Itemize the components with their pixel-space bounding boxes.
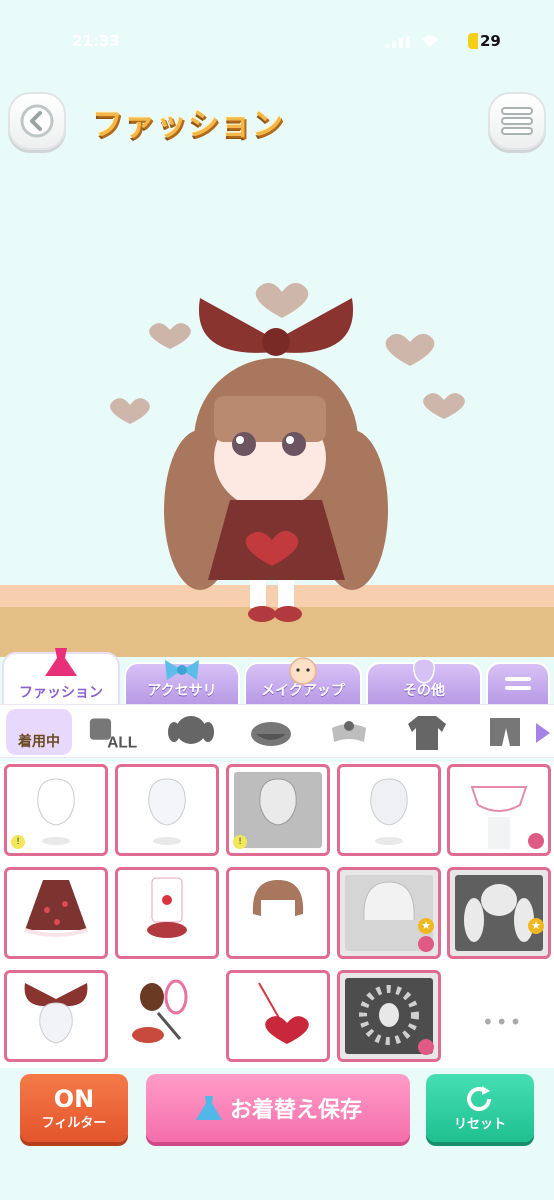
tab-fashion-label: ファッション (19, 685, 103, 701)
ribbon-icon (165, 660, 199, 680)
tab-other[interactable]: その他 (366, 658, 482, 706)
item-slot-4[interactable] (337, 764, 441, 856)
subtab-outerwear[interactable] (400, 709, 454, 755)
item-slot-12[interactable] (115, 970, 219, 1062)
hint-bulb-icon: ! (233, 835, 247, 849)
all-items-icon: ALL (89, 718, 137, 751)
item-slot-7[interactable] (115, 867, 219, 959)
whisk-chocolate-icon (132, 979, 188, 1043)
chevron-left-icon (20, 104, 54, 138)
save-outfit-label: お着替え保存 (229, 1098, 362, 1123)
misc-icon (412, 658, 436, 684)
item-slot-5[interactable] (447, 764, 551, 856)
item-slot-13[interactable] (226, 970, 330, 1062)
hair-icon (168, 716, 214, 744)
back-button[interactable] (8, 92, 66, 150)
heart-bag-icon (258, 982, 309, 1044)
pants-icon (490, 718, 520, 746)
subtab-headband[interactable] (322, 709, 376, 755)
equals-icon (505, 677, 531, 690)
star-badge-icon: ★ (528, 918, 544, 934)
tab-makeup[interactable]: メイクアップ (244, 657, 362, 706)
item-grid: ! ! ★ ★ (0, 762, 554, 1068)
subtab-wearing[interactable]: 着用中 (6, 709, 72, 755)
battery-icon (468, 33, 478, 49)
battery-level: 29 (480, 32, 501, 50)
item-slot-6[interactable] (4, 867, 108, 959)
star-badge-icon: ★ (418, 918, 434, 934)
mannequin-head-icon (370, 778, 408, 845)
page-title: ファッション (92, 107, 284, 143)
edit-badge-icon (418, 1039, 434, 1055)
more-dots: ••• (482, 1010, 524, 1034)
wifi-icon (422, 35, 438, 47)
item-slot-1[interactable]: ! (4, 764, 108, 856)
status-time: 21:33 (72, 32, 120, 50)
strawberry-socks-icon (147, 877, 187, 938)
status-bar: 21:33 29 (0, 0, 554, 60)
hint-bulb-icon: ! (11, 835, 25, 849)
twintail-wig-icon (464, 884, 534, 942)
reset-button[interactable]: リセット (426, 1074, 534, 1142)
item-slot-2[interactable] (115, 764, 219, 856)
subtab-all[interactable]: ALL (86, 709, 140, 755)
subtab-hair[interactable] (164, 709, 218, 755)
signal-icon (385, 36, 410, 48)
reset-arrow-icon (467, 1085, 491, 1111)
hamburger-icon (501, 107, 533, 135)
item-slot-9[interactable]: ★ (337, 867, 441, 959)
filter-label: フィルター (41, 1115, 107, 1131)
subcategory-tabs: 着用中 ALL (0, 704, 554, 758)
tab-more[interactable] (486, 662, 550, 706)
coat-icon (408, 716, 446, 750)
bow-headdress-icon (24, 983, 88, 1044)
tab-accessory[interactable]: アクセサリ (124, 660, 240, 706)
filter-toggle-button[interactable]: ON フィルター (20, 1074, 128, 1142)
mannequin-head-icon (148, 778, 186, 845)
save-outfit-button[interactable]: お着替え保存 (146, 1074, 410, 1142)
item-slot-3[interactable]: ! (226, 764, 330, 856)
menu-button[interactable] (488, 92, 546, 150)
battery-indicator: 29 (468, 32, 501, 50)
scroll-right-arrow[interactable] (536, 723, 550, 743)
item-slot-14[interactable] (337, 970, 441, 1062)
avatar-preview (110, 282, 465, 622)
subtab-hat[interactable] (244, 709, 298, 755)
dress-icon (195, 1096, 222, 1120)
edit-badge-icon (418, 936, 434, 952)
bob-hair-icon (252, 880, 304, 916)
hat-icon (251, 722, 291, 746)
face-icon (289, 657, 317, 685)
tab-fashion[interactable]: ファッション (2, 648, 120, 706)
locked-badge-icon (528, 833, 544, 849)
filter-on-label: ON (53, 1084, 95, 1113)
item-slot-11[interactable] (4, 970, 108, 1062)
subtab-wearing-label: 着用中 (18, 734, 60, 750)
subtab-bottoms[interactable] (478, 709, 532, 755)
strawberry-dress-icon (24, 880, 88, 937)
dress-icon (45, 648, 77, 676)
item-slot-10[interactable]: ★ (447, 867, 551, 959)
headband-icon (332, 721, 366, 742)
subtab-all-label: ALL (107, 734, 137, 751)
item-slot-8[interactable] (226, 867, 330, 959)
category-tabs: ファッション アクセサリ メイクアップ その他 (0, 648, 554, 706)
reset-label: リセット (453, 1116, 506, 1132)
